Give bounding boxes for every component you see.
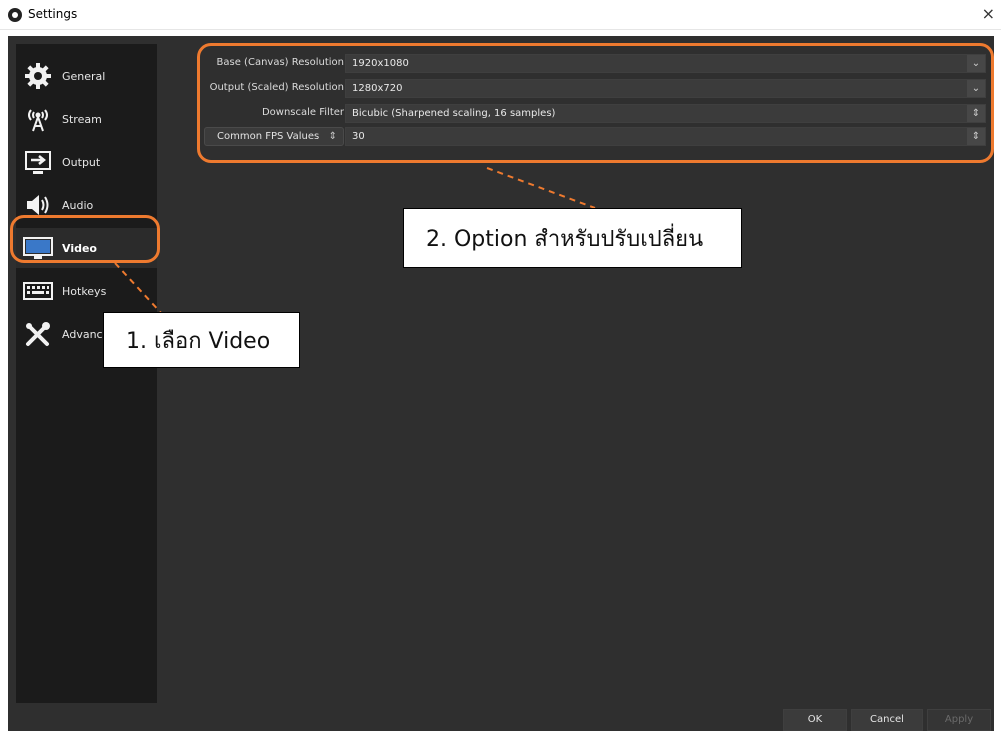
options-highlight <box>197 43 994 163</box>
sidebar: General Stream Output Audio Video Hotkey… <box>16 44 157 703</box>
annotation-step1: 1. เลือก Video <box>103 312 300 368</box>
close-button[interactable]: × <box>982 4 995 23</box>
antenna-icon <box>18 99 58 139</box>
window-title: Settings <box>28 7 78 21</box>
cancel-button[interactable]: Cancel <box>851 709 923 731</box>
title-bar: Settings × <box>0 0 1001 30</box>
keyboard-icon <box>18 271 58 311</box>
sidebar-item-label: Hotkeys <box>62 284 107 298</box>
annotation-step2: 2. Option สำหรับปรับเปลี่ยน <box>403 208 742 268</box>
video-highlight <box>10 215 160 263</box>
sidebar-item-label: Output <box>62 155 101 169</box>
ok-button[interactable]: OK <box>783 709 847 731</box>
sidebar-item-label: General <box>62 69 106 83</box>
sidebar-item-hotkeys[interactable]: Hotkeys <box>16 271 157 311</box>
tools-icon <box>18 314 58 354</box>
obs-logo-icon <box>8 8 22 22</box>
sidebar-item-output[interactable]: Output <box>16 142 157 182</box>
sidebar-item-stream[interactable]: Stream <box>16 99 157 139</box>
sidebar-item-label: Audio <box>62 198 94 212</box>
apply-button[interactable]: Apply <box>927 709 991 731</box>
output-monitor-icon <box>18 142 58 182</box>
